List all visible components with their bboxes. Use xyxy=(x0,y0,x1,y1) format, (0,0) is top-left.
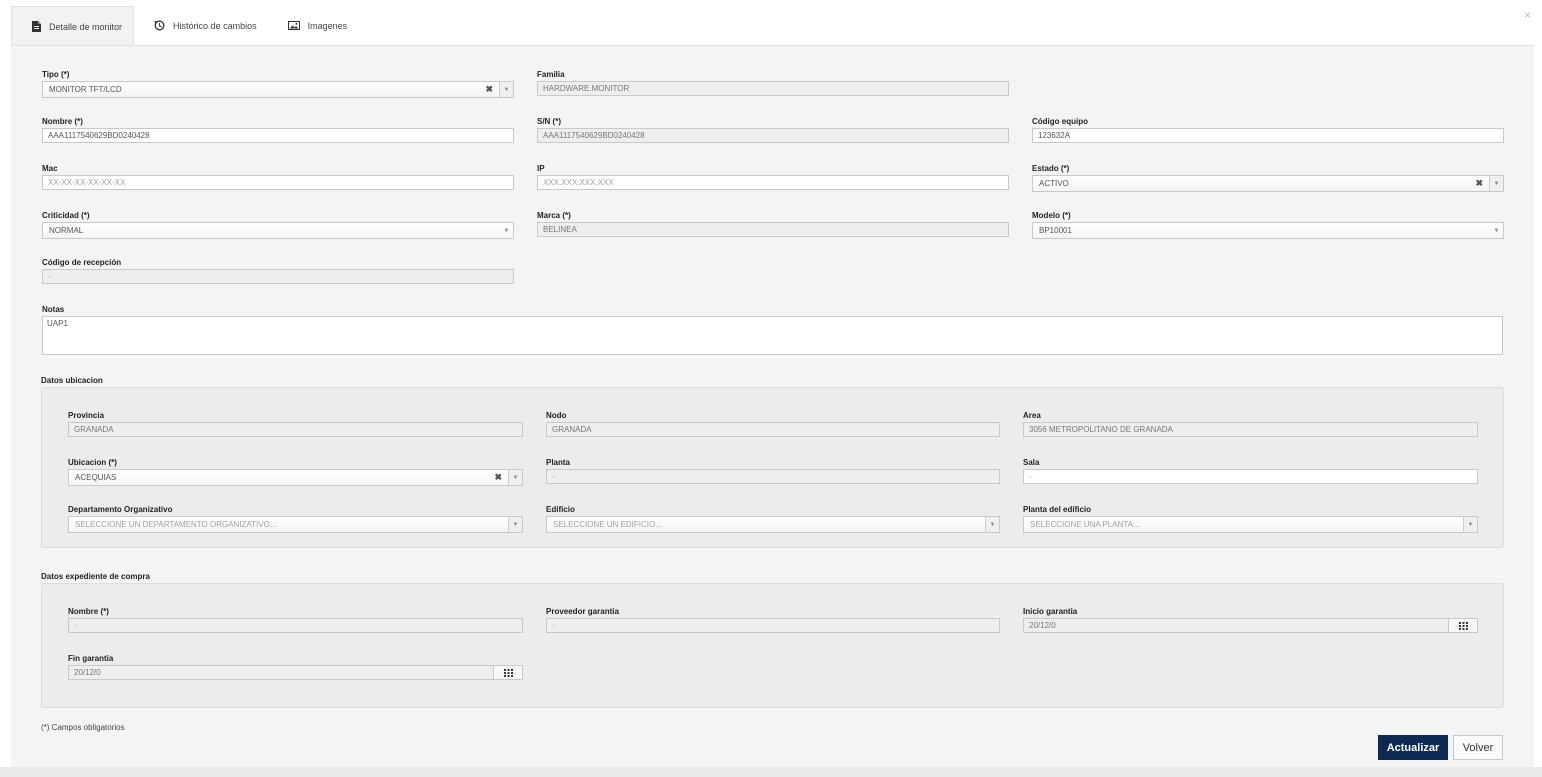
edificio-select[interactable]: SELECCIONE UN EDIFICIO... ▼ xyxy=(546,516,1000,533)
sn-label: S/N (*) xyxy=(537,117,561,126)
departamento-label: Departamento Organizativo xyxy=(68,505,173,514)
mac-input[interactable]: XX-XX-XX-XX-XX-XX xyxy=(42,175,514,190)
inicio-garantia-label: Inicio garantia xyxy=(1023,607,1078,616)
tab-label: Imagenes xyxy=(307,20,348,31)
sn-field: AAA1117540629BD0240428 xyxy=(537,128,1009,143)
tab-historico-cambios[interactable]: Histórico de cambios xyxy=(134,6,268,45)
calendar-icon[interactable] xyxy=(493,666,522,679)
proveedor-field: - xyxy=(546,618,1000,633)
estado-value: ACTIVO xyxy=(1039,179,1069,188)
edificio-label: Edificio xyxy=(546,505,575,514)
clear-icon[interactable]: ✖ xyxy=(1475,176,1483,191)
estado-select[interactable]: ACTIVO ✖ ▼ xyxy=(1032,175,1504,192)
planta-edificio-placeholder: SELECCIONE UNA PLANTA... xyxy=(1030,520,1140,529)
familia-field: HARDWARE.MONITOR xyxy=(537,81,1009,96)
ubicacion-label: Ubicacion (*) xyxy=(68,458,117,467)
compra-section-title: Datos expediente de compra xyxy=(41,572,150,581)
chevron-down-icon[interactable]: ▼ xyxy=(499,82,513,97)
tab-label: Histórico de cambios xyxy=(173,20,257,31)
inicio-garantia-field: 20/12/0 xyxy=(1023,618,1478,633)
notas-label: Notas xyxy=(42,305,65,314)
fin-garantia-field: 20/12/0 xyxy=(68,665,523,680)
chevron-down-icon[interactable]: ▼ xyxy=(1489,176,1503,191)
chevron-down-icon[interactable]: ▼ xyxy=(508,470,522,485)
nombre-input[interactable]: AAA1117540629BD0240428 xyxy=(42,128,514,143)
chevron-down-icon[interactable]: ▼ xyxy=(508,517,522,532)
bottom-strip xyxy=(0,767,1542,777)
codigo-equipo-label: Código equipo xyxy=(1032,117,1088,126)
clear-icon[interactable]: ✖ xyxy=(485,82,493,97)
planta-edificio-label: Planta del edificio xyxy=(1023,505,1092,514)
codigo-recepcion-field: - xyxy=(42,269,514,284)
area-label: Area xyxy=(1023,411,1041,420)
criticidad-select[interactable]: NORMAL ▼ xyxy=(42,222,514,239)
tab-bar: Detalle de monitor Histórico de cambios … xyxy=(11,6,359,46)
chevron-down-icon[interactable]: ▼ xyxy=(500,223,513,238)
required-fields-note: (*) Campos obligatorios xyxy=(41,723,125,732)
chevron-down-icon[interactable]: ▼ xyxy=(1463,517,1477,532)
tab-imagenes[interactable]: Imagenes xyxy=(268,6,359,45)
sala-label: Sala xyxy=(1023,458,1040,467)
departamento-select[interactable]: SELECCIONE UN DEPARTAMENTO ORGANIZATIVO.… xyxy=(68,516,523,533)
marca-field: BELINEA xyxy=(537,222,1009,237)
codigo-equipo-input[interactable]: 123632A xyxy=(1032,128,1504,143)
ubicacion-section-title: Datos ubicacion xyxy=(41,376,103,385)
planta-field: - xyxy=(546,469,1000,484)
edificio-placeholder: SELECCIONE UN EDIFICIO... xyxy=(553,520,662,529)
codigo-recepcion-label: Código de recepción xyxy=(42,258,122,267)
mac-label: Mac xyxy=(42,164,58,173)
nodo-label: Nodo xyxy=(546,411,567,420)
proveedor-label: Proveedor garantia xyxy=(546,607,619,616)
sala-input[interactable]: - xyxy=(1023,469,1478,484)
compra-nombre-field: - xyxy=(68,618,523,633)
back-button[interactable]: Volver xyxy=(1453,735,1503,760)
familia-label: Familia xyxy=(537,70,565,79)
tipo-label: Tipo (*) xyxy=(42,70,70,79)
estado-label: Estado (*) xyxy=(1032,164,1070,173)
chevron-down-icon[interactable]: ▼ xyxy=(1490,223,1503,238)
history-icon xyxy=(154,20,173,31)
calendar-icon[interactable] xyxy=(1448,619,1477,632)
departamento-placeholder: SELECCIONE UN DEPARTAMENTO ORGANIZATIVO.… xyxy=(75,520,277,529)
fin-garantia-value: 20/12/0 xyxy=(74,668,101,677)
nodo-field: GRANADA xyxy=(546,422,1000,437)
chevron-down-icon[interactable]: ▼ xyxy=(985,517,999,532)
ip-input[interactable]: XXX.XXX.XXX.XXX xyxy=(537,175,1009,190)
ubicacion-value: ACEQUIAS xyxy=(75,473,117,482)
compra-nombre-label: Nombre (*) xyxy=(68,607,109,616)
area-field: 3056 METROPOLITANO DE GRANADA xyxy=(1023,422,1478,437)
inicio-garantia-value: 20/12/0 xyxy=(1029,621,1056,630)
planta-label: Planta xyxy=(546,458,571,467)
modelo-value: BP10001 xyxy=(1039,226,1072,235)
marca-label: Marca (*) xyxy=(537,211,571,220)
planta-edificio-select[interactable]: SELECCIONE UNA PLANTA... ▼ xyxy=(1023,516,1478,533)
nombre-label: Nombre (*) xyxy=(42,117,83,126)
close-icon[interactable]: × xyxy=(1524,8,1531,22)
tipo-select[interactable]: MONITOR TFT/LCD ✖ ▼ xyxy=(42,81,514,98)
modelo-select[interactable]: BP10001 ▼ xyxy=(1032,222,1504,239)
compra-box xyxy=(41,583,1504,708)
update-button[interactable]: Actualizar xyxy=(1378,735,1448,760)
criticidad-value: NORMAL xyxy=(49,226,84,235)
clear-icon[interactable]: ✖ xyxy=(494,470,502,485)
image-icon xyxy=(287,21,308,30)
fin-garantia-label: Fin garantia xyxy=(68,654,114,663)
notas-textarea[interactable] xyxy=(42,316,1503,355)
tipo-value: MONITOR TFT/LCD xyxy=(49,85,122,94)
ubicacion-select[interactable]: ACEQUIAS ✖ ▼ xyxy=(68,469,523,486)
provincia-label: Provincia xyxy=(68,411,105,420)
criticidad-label: Criticidad (*) xyxy=(42,211,90,220)
document-icon xyxy=(32,21,49,32)
tab-label: Detalle de monitor xyxy=(49,21,123,32)
provincia-field: GRANADA xyxy=(68,422,523,437)
ip-label: IP xyxy=(537,164,545,173)
modelo-label: Modelo (*) xyxy=(1032,211,1071,220)
tab-detalle-monitor[interactable]: Detalle de monitor xyxy=(11,6,135,46)
